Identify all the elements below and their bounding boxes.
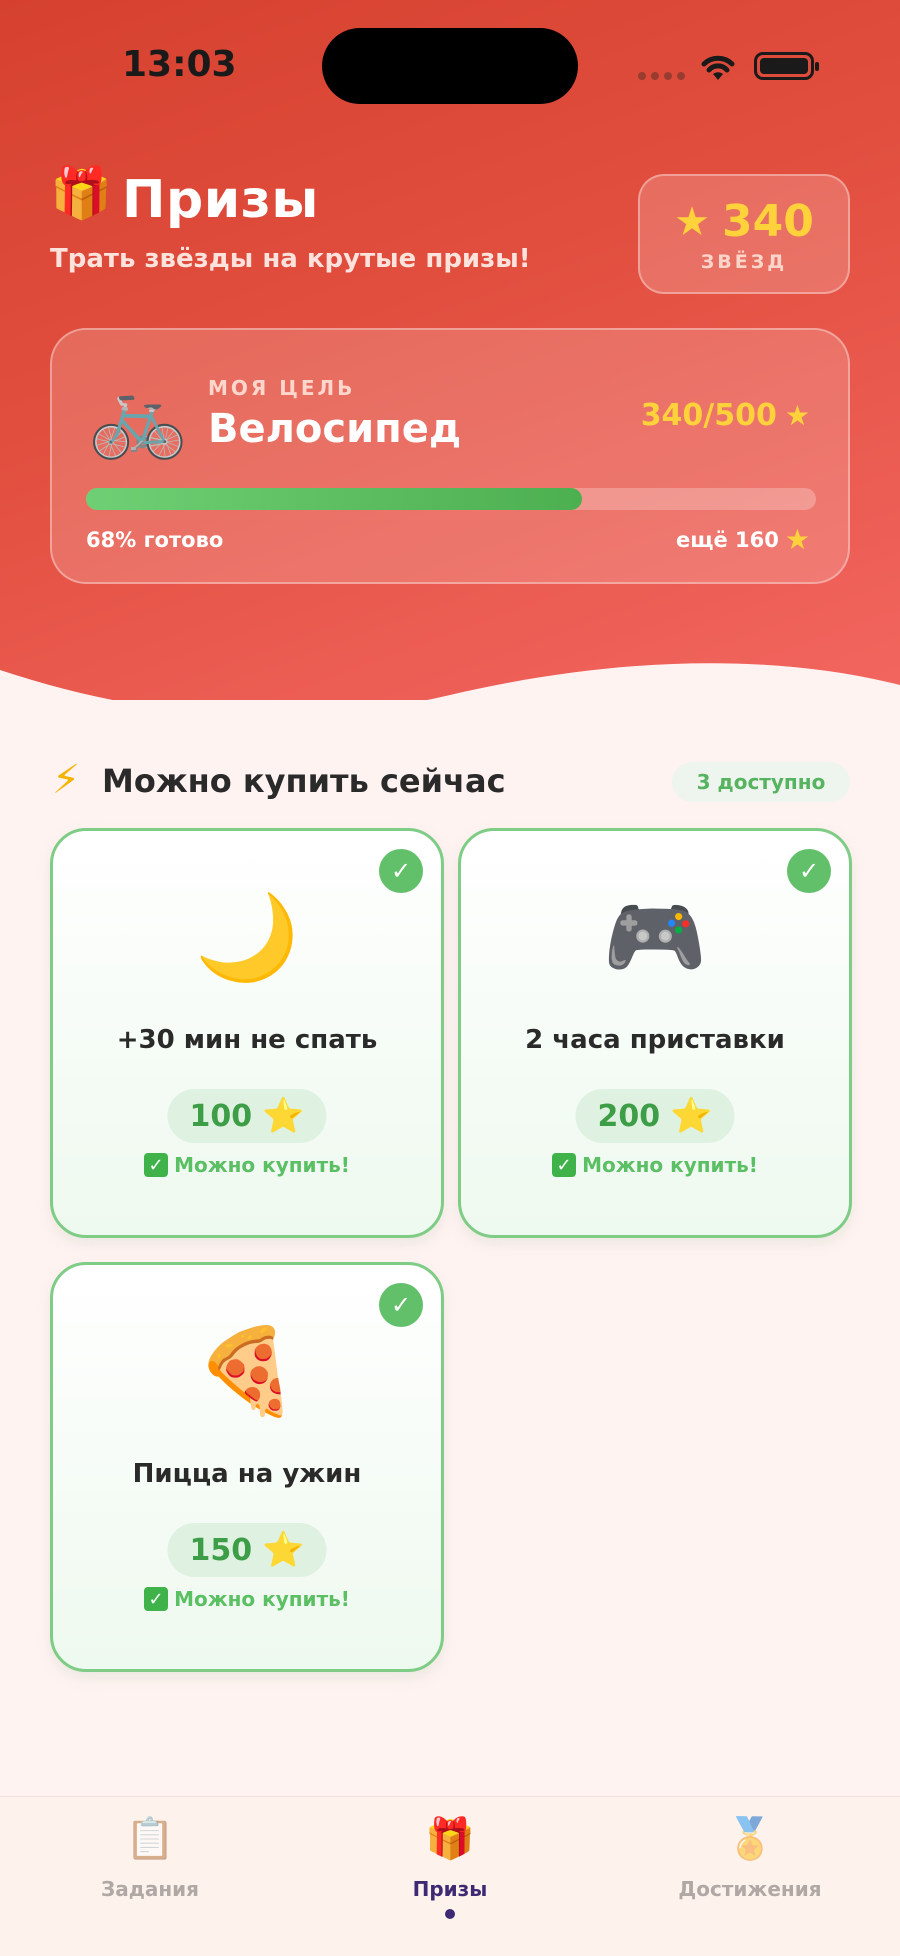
section-title: Можно купить сейчас (102, 762, 506, 800)
price-value: 200 (597, 1098, 661, 1134)
status-time: 13:03 (122, 44, 237, 85)
star-icon: ★ (784, 523, 810, 556)
signal-icon (638, 72, 685, 80)
bicycle-icon: 🚲 (88, 369, 188, 462)
price-value: 150 (189, 1532, 253, 1568)
goal-name: Велосипед (208, 406, 462, 452)
goal-progress-fill (86, 488, 583, 510)
tab-bar: 📋 Задания 🎁 Призы 🏅 Достижения (0, 1796, 900, 1956)
checkbox-icon: ✓ (144, 1587, 169, 1611)
star-icon: ★ (784, 398, 810, 432)
dynamic-island (322, 28, 578, 104)
page-title: Призы (122, 170, 319, 230)
goal-label: МОЯ ЦЕЛЬ (208, 376, 356, 400)
active-tab-indicator (445, 1909, 455, 1919)
star-icon: ⭐ (262, 1530, 305, 1570)
goal-progress: 340/500 ★ (641, 398, 810, 433)
prize-name: 2 часа приставки (525, 1025, 785, 1055)
can-buy-status: ✓ Можно купить! (53, 1153, 441, 1177)
star-icon: ⭐ (670, 1096, 713, 1136)
medal-icon: 🏅 (725, 1816, 775, 1862)
gift-icon: 🎁 (50, 164, 113, 222)
checkbox-icon: ✓ (552, 1153, 577, 1177)
price-pill: 150 ⭐ (167, 1523, 327, 1577)
header-wave (0, 663, 900, 760)
pizza-icon: 🍕 (194, 1322, 300, 1420)
tab-achievements[interactable]: 🏅 Достижения (600, 1819, 900, 1901)
can-buy-text: Можно купить! (582, 1153, 758, 1177)
stars-balance: ★ 340 ЗВЁЗД (638, 174, 850, 294)
prize-name: +30 мин не спать (116, 1025, 378, 1055)
wifi-icon (701, 55, 735, 80)
lightning-icon: ⚡ (52, 757, 81, 803)
tab-tasks[interactable]: 📋 Задания (0, 1819, 300, 1901)
gift-icon: 🎁 (425, 1816, 475, 1862)
check-icon: ✓ (379, 1283, 423, 1327)
gamepad-icon: 🎮 (602, 888, 708, 986)
star-icon: ⭐ (262, 1096, 305, 1136)
available-count-badge: 3 доступно (672, 762, 850, 802)
price-value: 100 (189, 1098, 253, 1134)
tab-label: Достижения (678, 1877, 822, 1901)
page-subtitle: Трать звёзды на крутые призы! (50, 244, 531, 274)
star-icon: ★ (674, 198, 710, 245)
goal-progress-value: 340/500 (640, 398, 777, 433)
price-pill: 200 ⭐ (575, 1089, 735, 1143)
goal-percent: 68% готово (86, 528, 224, 552)
prize-card[interactable]: ✓ 🍕 Пицца на ужин 150 ⭐ ✓ Можно купить! (50, 1262, 444, 1672)
prize-name: Пицца на ужин (132, 1459, 362, 1489)
tab-prizes[interactable]: 🎁 Призы (300, 1819, 600, 1919)
price-pill: 100 ⭐ (167, 1089, 327, 1143)
can-buy-status: ✓ Можно купить! (53, 1587, 441, 1611)
check-icon: ✓ (379, 849, 423, 893)
tab-label: Призы (412, 1877, 488, 1901)
can-buy-text: Можно купить! (174, 1153, 350, 1177)
stars-count: 340 (722, 196, 814, 247)
goal-card[interactable]: 🚲 МОЯ ЦЕЛЬ Велосипед 340/500 ★ 68% готов… (50, 328, 850, 584)
clipboard-icon: 📋 (125, 1816, 175, 1862)
check-icon: ✓ (787, 849, 831, 893)
battery-icon (754, 52, 819, 80)
can-buy-text: Можно купить! (174, 1587, 350, 1611)
checkbox-icon: ✓ (144, 1153, 169, 1177)
prize-card[interactable]: ✓ 🎮 2 часа приставки 200 ⭐ ✓ Можно купит… (458, 828, 852, 1238)
can-buy-status: ✓ Можно купить! (461, 1153, 849, 1177)
goal-remaining-text: ещё 160 (676, 528, 779, 552)
stars-label: ЗВЁЗД (700, 251, 788, 273)
tab-label: Задания (100, 1877, 200, 1901)
goal-remaining: ещё 160 ★ (676, 526, 810, 554)
moon-icon: 🌙 (194, 888, 300, 986)
prize-card[interactable]: ✓ 🌙 +30 мин не спать 100 ⭐ ✓ Можно купит… (50, 828, 444, 1238)
goal-progress-bar (86, 488, 816, 510)
